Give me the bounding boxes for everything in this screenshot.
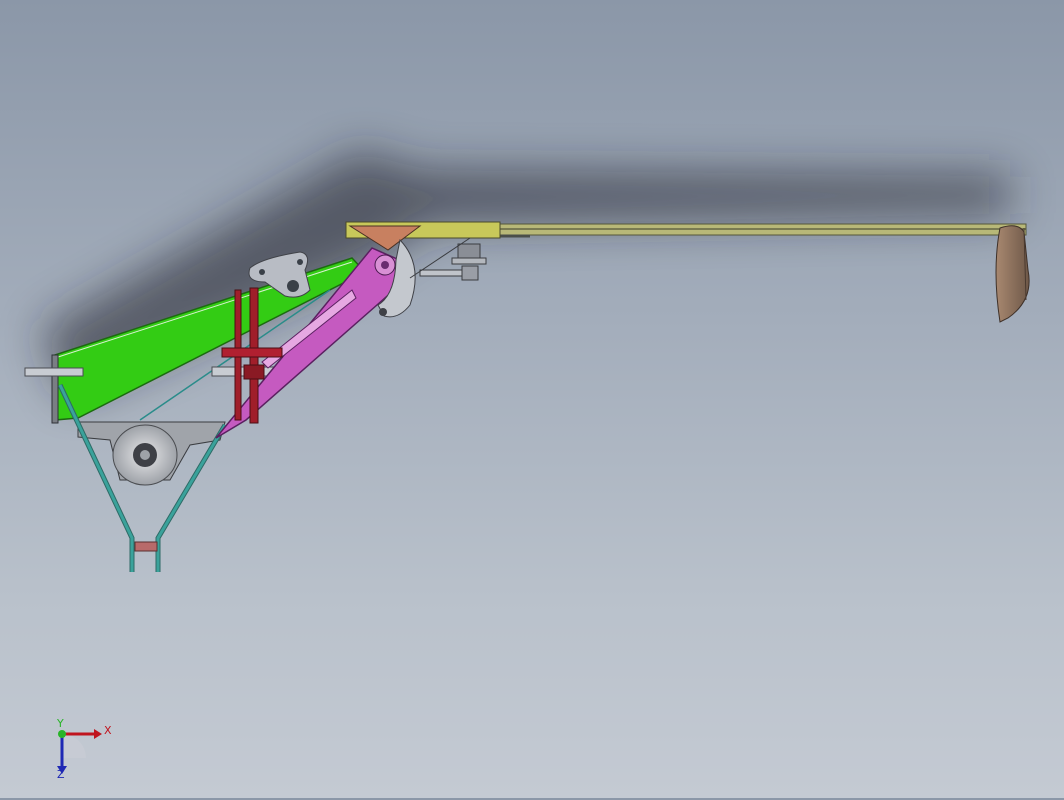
x-axis-label: X [104, 724, 112, 737]
y-axis-label: Y [56, 717, 64, 730]
y-axis-dot [58, 730, 66, 738]
graphics-viewport[interactable]: X Y Z [0, 0, 1064, 798]
cad-model[interactable] [0, 0, 1064, 798]
z-axis-label: Z [57, 768, 65, 781]
orientation-triad: X Y Z [56, 717, 112, 781]
triad-arc [62, 734, 86, 758]
yellow-rail[interactable] [345, 221, 1027, 239]
brown-paddle[interactable] [995, 225, 1030, 323]
